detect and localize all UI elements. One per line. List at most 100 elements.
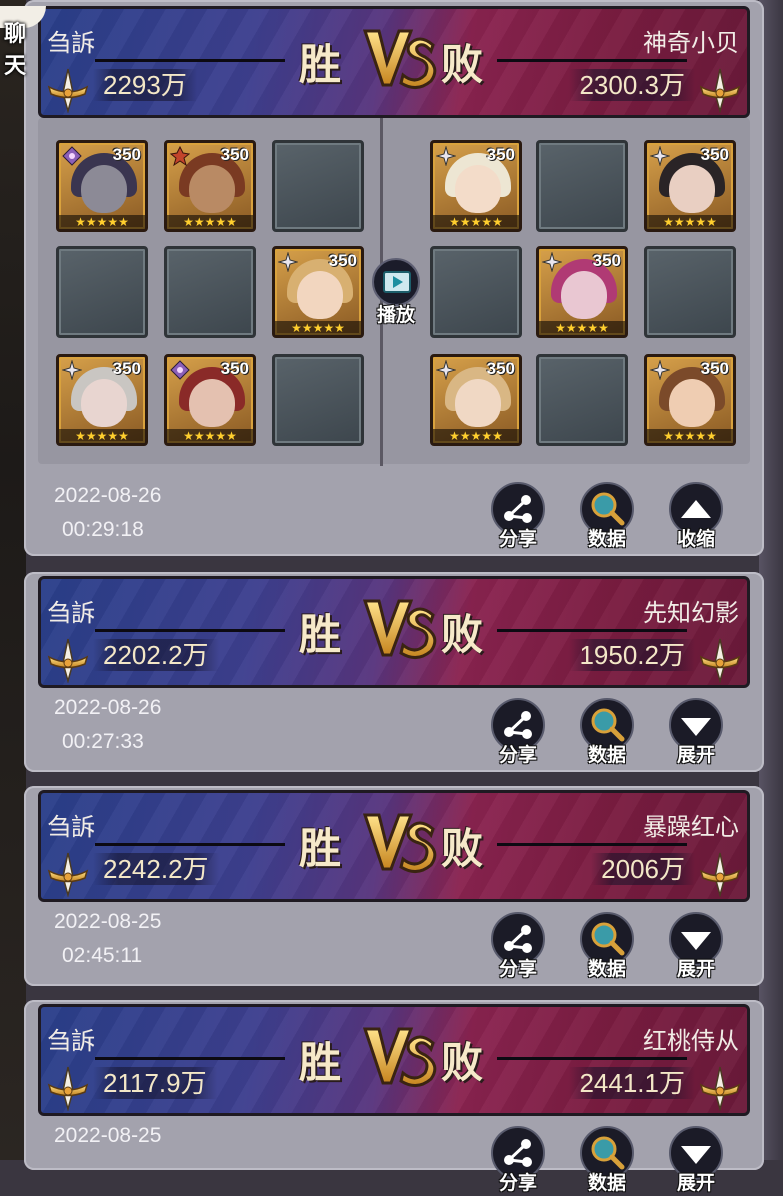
share-button-label: 分享 xyxy=(498,745,537,766)
lose-label: 败 xyxy=(441,41,484,88)
battle-record: 刍訴 暴躁红心 2242.2万 2006万 胜 败 2022-08-25 02:45:11 分享… xyxy=(24,786,764,986)
battle-date: 2022-08-26 xyxy=(54,696,162,719)
player-name-left[interactable]: 刍訴 xyxy=(47,807,95,842)
hero-level: 350 xyxy=(486,145,515,164)
hero-level: 350 xyxy=(328,251,357,270)
share-button[interactable]: 分享 xyxy=(482,698,552,768)
vs-icon xyxy=(361,807,439,877)
mage-icon xyxy=(62,146,82,166)
data-button-label: 数据 xyxy=(587,1173,626,1194)
power-sword-icon xyxy=(697,637,743,683)
hero-portrait xyxy=(561,271,607,319)
hero-slot[interactable]: 350 ★★★★★ xyxy=(430,140,522,232)
empty-hero-slot xyxy=(164,246,256,338)
player-name-left[interactable]: 刍訴 xyxy=(47,1021,95,1056)
hero-stars: ★★★★★ xyxy=(167,429,253,443)
hero-level: 350 xyxy=(220,359,249,378)
warrior-icon xyxy=(170,146,190,166)
empty-hero-slot xyxy=(430,246,522,338)
hero-slot[interactable]: 350 ★★★★★ xyxy=(272,246,364,338)
mage-icon xyxy=(170,360,190,380)
hero-stars: ★★★★★ xyxy=(647,429,733,443)
support-icon xyxy=(650,360,670,380)
share-button[interactable]: 分享 xyxy=(482,1126,552,1196)
player-name-left[interactable]: 刍訴 xyxy=(47,593,95,628)
support-icon xyxy=(278,252,298,272)
hero-level: 350 xyxy=(592,251,621,270)
player-name-right[interactable]: 神奇小贝 xyxy=(643,23,739,58)
player-name-right[interactable]: 暴躁红心 xyxy=(643,807,739,842)
play-replay-button[interactable]: 播放 xyxy=(366,258,426,330)
empty-hero-slot xyxy=(272,140,364,232)
share-button-label: 分享 xyxy=(498,959,537,980)
divider-line-right xyxy=(497,843,687,846)
win-label: 胜 xyxy=(299,611,342,658)
empty-hero-slot xyxy=(644,246,736,338)
player-name-right[interactable]: 红桃侍从 xyxy=(643,1021,739,1056)
divider-line-right xyxy=(497,59,687,62)
share-button[interactable]: 分享 xyxy=(482,482,552,552)
collapse-button[interactable]: 收缩 xyxy=(660,482,730,552)
data-button[interactable]: 数据 xyxy=(571,698,641,768)
battle-time: 00:29:18 xyxy=(62,518,144,541)
lose-label: 败 xyxy=(441,611,484,658)
win-label: 胜 xyxy=(299,41,342,88)
expand-button[interactable]: 展开 xyxy=(660,1126,730,1196)
power-sword-icon xyxy=(45,851,91,897)
empty-hero-slot xyxy=(536,140,628,232)
chat-tab[interactable]: 聊 天 xyxy=(0,6,62,78)
support-icon xyxy=(436,146,456,166)
empty-hero-slot xyxy=(272,354,364,446)
hero-level: 350 xyxy=(700,359,729,378)
power-sword-icon xyxy=(697,851,743,897)
divider-line-right xyxy=(497,1057,687,1060)
hero-slot[interactable]: 350 ★★★★★ xyxy=(644,140,736,232)
data-button-label: 数据 xyxy=(587,959,626,980)
expand-button-label: 展开 xyxy=(676,745,715,766)
power-right: 2441.1万 xyxy=(569,1067,695,1099)
battle-header: 刍訴 暴躁红心 2242.2万 2006万 胜 败 xyxy=(38,790,750,902)
win-label: 胜 xyxy=(299,825,342,872)
hero-level: 350 xyxy=(486,359,515,378)
share-button-label: 分享 xyxy=(498,1173,537,1194)
collapse-button-label: 收缩 xyxy=(676,529,715,550)
hero-portrait xyxy=(455,379,501,427)
hero-slot[interactable]: 350 ★★★★★ xyxy=(164,140,256,232)
vs-icon xyxy=(361,1021,439,1091)
empty-hero-slot xyxy=(56,246,148,338)
data-button[interactable]: 数据 xyxy=(571,482,641,552)
vs-icon xyxy=(361,593,439,663)
battle-date: 2022-08-25 xyxy=(54,1124,162,1147)
power-sword-icon xyxy=(697,1065,743,1111)
power-left: 2242.2万 xyxy=(93,853,219,885)
expand-button-label: 展开 xyxy=(676,1173,715,1194)
battle-date: 2022-08-26 xyxy=(54,484,162,507)
hero-slot[interactable]: 350 ★★★★★ xyxy=(56,140,148,232)
power-right: 2006万 xyxy=(591,853,695,885)
expand-button[interactable]: 展开 xyxy=(660,912,730,982)
empty-hero-slot xyxy=(536,354,628,446)
data-button[interactable]: 数据 xyxy=(571,1126,641,1196)
divider-line-left xyxy=(95,59,285,62)
battle-date: 2022-08-25 xyxy=(54,910,162,933)
expand-button[interactable]: 展开 xyxy=(660,698,730,768)
data-button[interactable]: 数据 xyxy=(571,912,641,982)
hero-slot[interactable]: 350 ★★★★★ xyxy=(56,354,148,446)
hero-portrait xyxy=(81,165,127,213)
support-icon xyxy=(436,360,456,380)
hero-slot[interactable]: 350 ★★★★★ xyxy=(164,354,256,446)
hero-portrait xyxy=(455,165,501,213)
data-button-label: 数据 xyxy=(587,745,626,766)
player-name-right[interactable]: 先知幻影 xyxy=(643,593,739,628)
power-right: 2300.3万 xyxy=(569,69,695,101)
data-button-label: 数据 xyxy=(587,529,626,550)
divider-line-left xyxy=(95,629,285,632)
expand-button-label: 展开 xyxy=(676,959,715,980)
hero-stars: ★★★★★ xyxy=(59,215,145,229)
share-button[interactable]: 分享 xyxy=(482,912,552,982)
battle-header: 刍訴 先知幻影 2202.2万 1950.2万 胜 败 xyxy=(38,576,750,688)
hero-slot[interactable]: 350 ★★★★★ xyxy=(536,246,628,338)
hero-slot[interactable]: 350 ★★★★★ xyxy=(644,354,736,446)
chat-label: 聊 天 xyxy=(4,21,33,78)
hero-slot[interactable]: 350 ★★★★★ xyxy=(430,354,522,446)
